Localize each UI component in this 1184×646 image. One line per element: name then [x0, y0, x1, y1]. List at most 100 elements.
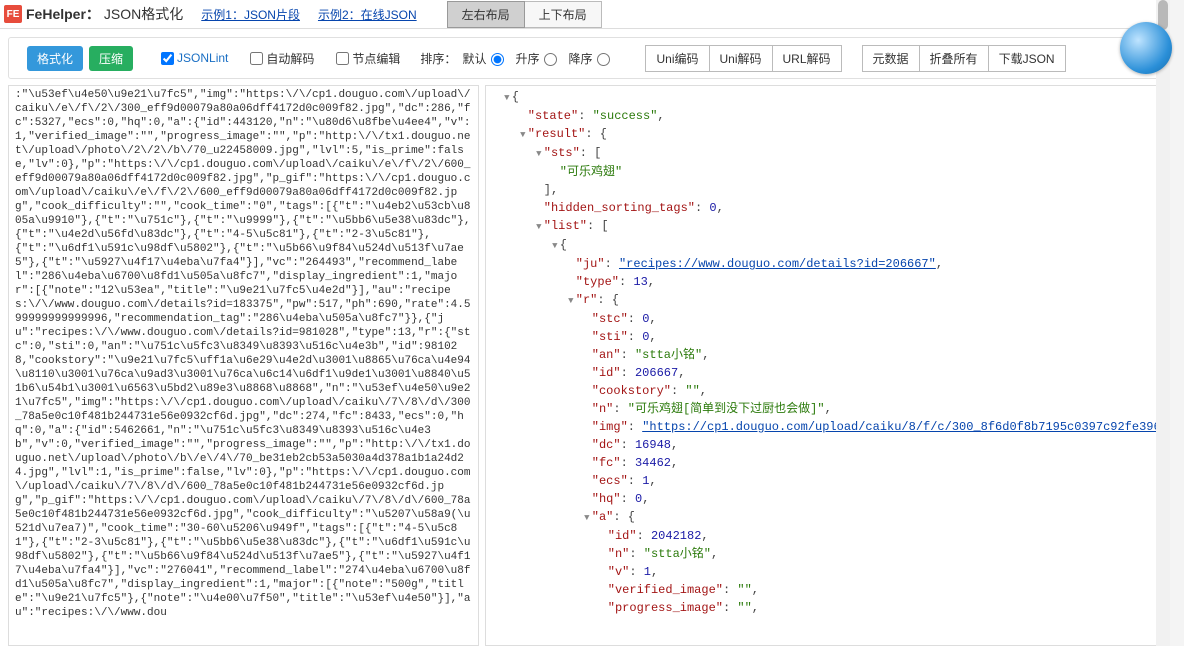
- expand-arrow-icon[interactable]: [550, 236, 560, 255]
- editnode-checkbox[interactable]: 节点编辑: [332, 49, 400, 68]
- json-key: "v": [608, 565, 630, 579]
- tree-row[interactable]: "n": "stta小铭",: [486, 545, 1161, 563]
- json-value: "stta小铭": [635, 348, 702, 362]
- json-value: : {: [613, 510, 635, 524]
- sort-asc-input[interactable]: [544, 53, 557, 66]
- json-value: "": [737, 583, 751, 597]
- tree-row[interactable]: {: [486, 88, 1161, 107]
- json-value: :: [621, 348, 635, 362]
- json-value: ,: [752, 601, 759, 615]
- expand-arrow-icon[interactable]: [534, 217, 544, 236]
- tree-row[interactable]: "img": "https://cp1.douguo.com/upload/ca…: [486, 418, 1161, 436]
- tree-row[interactable]: "sts": [: [486, 144, 1161, 163]
- expand-arrow-icon[interactable]: [582, 508, 592, 527]
- json-value: :: [637, 529, 651, 543]
- sort-default-input[interactable]: [491, 53, 504, 66]
- json-key: "fc": [592, 456, 621, 470]
- layout-tab-lr[interactable]: 左右布局: [447, 1, 525, 28]
- sort-asc-radio[interactable]: 升序: [515, 50, 559, 67]
- tree-row[interactable]: ],: [486, 181, 1161, 199]
- json-value: : [: [580, 146, 602, 160]
- tree-row[interactable]: "progress_image": "",: [486, 599, 1161, 617]
- json-key: "ju": [576, 257, 605, 271]
- json-value: :: [621, 438, 635, 452]
- editnode-input[interactable]: [336, 52, 349, 65]
- sort-group: 排序： 默认 升序 降序: [420, 50, 615, 67]
- collapse-all-button[interactable]: 折叠所有: [920, 45, 989, 72]
- page-scrollbar[interactable]: [1156, 0, 1170, 646]
- tree-row[interactable]: "verified_image": "",: [486, 581, 1161, 599]
- layout-tab-tb[interactable]: 上下布局: [525, 1, 602, 28]
- raw-json-pane[interactable]: :"\u53ef\u4e50\u9e21\u7fc5","img":"https…: [8, 85, 479, 646]
- json-tree-pane[interactable]: {"state": "success","result": {"sts": ["…: [485, 85, 1162, 646]
- tree-row[interactable]: "dc": 16948,: [486, 436, 1161, 454]
- json-value: ,: [701, 529, 708, 543]
- url-decode-button[interactable]: URL解码: [773, 45, 842, 72]
- format-button[interactable]: 格式化: [27, 46, 83, 71]
- json-value: "stta小铭": [644, 547, 711, 561]
- json-key: "hidden_sorting_tags": [544, 201, 695, 215]
- json-value: 1: [644, 565, 651, 579]
- sort-desc-input[interactable]: [597, 53, 610, 66]
- editnode-label: 节点编辑: [352, 50, 400, 67]
- json-value: "可乐鸡翅[简单到没下过厨也会做]": [628, 402, 825, 416]
- json-value: :: [578, 109, 592, 123]
- sort-desc-radio[interactable]: 降序: [568, 50, 612, 67]
- json-key: "verified_image": [608, 583, 723, 597]
- tree-row[interactable]: "v": 1,: [486, 563, 1161, 581]
- tree-row[interactable]: "stc": 0,: [486, 310, 1161, 328]
- jsonlint-checkbox[interactable]: JSONLint: [157, 49, 228, 68]
- sort-default-label: 默认: [462, 50, 486, 67]
- tree-row[interactable]: "可乐鸡翅": [486, 163, 1161, 181]
- tree-row[interactable]: "r": {: [486, 291, 1161, 310]
- tree-row[interactable]: "n": "可乐鸡翅[简单到没下过厨也会做]",: [486, 400, 1161, 418]
- json-value: ,: [717, 201, 724, 215]
- autodecode-label: 自动解码: [266, 50, 314, 67]
- json-key: "n": [608, 547, 630, 561]
- tree-row[interactable]: "id": 206667,: [486, 364, 1161, 382]
- example1-link[interactable]: 示例1：JSON片段: [201, 6, 300, 23]
- jsonlint-input[interactable]: [161, 52, 174, 65]
- tree-row[interactable]: "ju": "recipes://www.douguo.com/details?…: [486, 255, 1161, 273]
- tree-row[interactable]: "cookstory": "",: [486, 382, 1161, 400]
- uni-encode-button[interactable]: Uni编码: [645, 45, 709, 72]
- json-value: :: [671, 384, 685, 398]
- sort-default-radio[interactable]: 默认: [462, 50, 506, 67]
- json-key: "ecs": [592, 474, 628, 488]
- uni-decode-button[interactable]: Uni解码: [710, 45, 773, 72]
- json-value: ,: [651, 565, 658, 579]
- tree-row[interactable]: "state": "success",: [486, 107, 1161, 125]
- autodecode-checkbox[interactable]: 自动解码: [246, 49, 314, 68]
- tree-row[interactable]: "fc": 34462,: [486, 454, 1161, 472]
- tree-row[interactable]: "list": [: [486, 217, 1161, 236]
- json-value: :: [723, 583, 737, 597]
- json-value: :: [621, 366, 635, 380]
- tree-row[interactable]: "hq": 0,: [486, 490, 1161, 508]
- expand-arrow-icon[interactable]: [518, 125, 528, 144]
- json-key: "result": [528, 127, 586, 141]
- json-value: :: [621, 492, 635, 506]
- json-key: "id": [592, 366, 621, 380]
- json-key: "type": [576, 275, 619, 289]
- expand-arrow-icon[interactable]: [534, 144, 544, 163]
- json-value: ,: [648, 275, 655, 289]
- tree-row[interactable]: "type": 13,: [486, 273, 1161, 291]
- json-value: :: [695, 201, 709, 215]
- tree-row[interactable]: "ecs": 1,: [486, 472, 1161, 490]
- tree-row[interactable]: "result": {: [486, 125, 1161, 144]
- json-link: "recipes://www.douguo.com/details?id=206…: [619, 257, 936, 271]
- tree-row[interactable]: "sti": 0,: [486, 328, 1161, 346]
- tree-row[interactable]: {: [486, 236, 1161, 255]
- json-value: ,: [700, 384, 707, 398]
- example2-link[interactable]: 示例2：在线JSON: [318, 6, 417, 23]
- expand-arrow-icon[interactable]: [502, 88, 512, 107]
- tree-row[interactable]: "a": {: [486, 508, 1161, 527]
- expand-arrow-icon[interactable]: [566, 291, 576, 310]
- compress-button[interactable]: 压缩: [89, 46, 133, 71]
- metadata-button[interactable]: 元数据: [862, 45, 920, 72]
- tree-row[interactable]: "hidden_sorting_tags": 0,: [486, 199, 1161, 217]
- tree-row[interactable]: "id": 2042182,: [486, 527, 1161, 545]
- download-json-button[interactable]: 下载JSON: [989, 45, 1066, 72]
- autodecode-input[interactable]: [250, 52, 263, 65]
- tree-row[interactable]: "an": "stta小铭",: [486, 346, 1161, 364]
